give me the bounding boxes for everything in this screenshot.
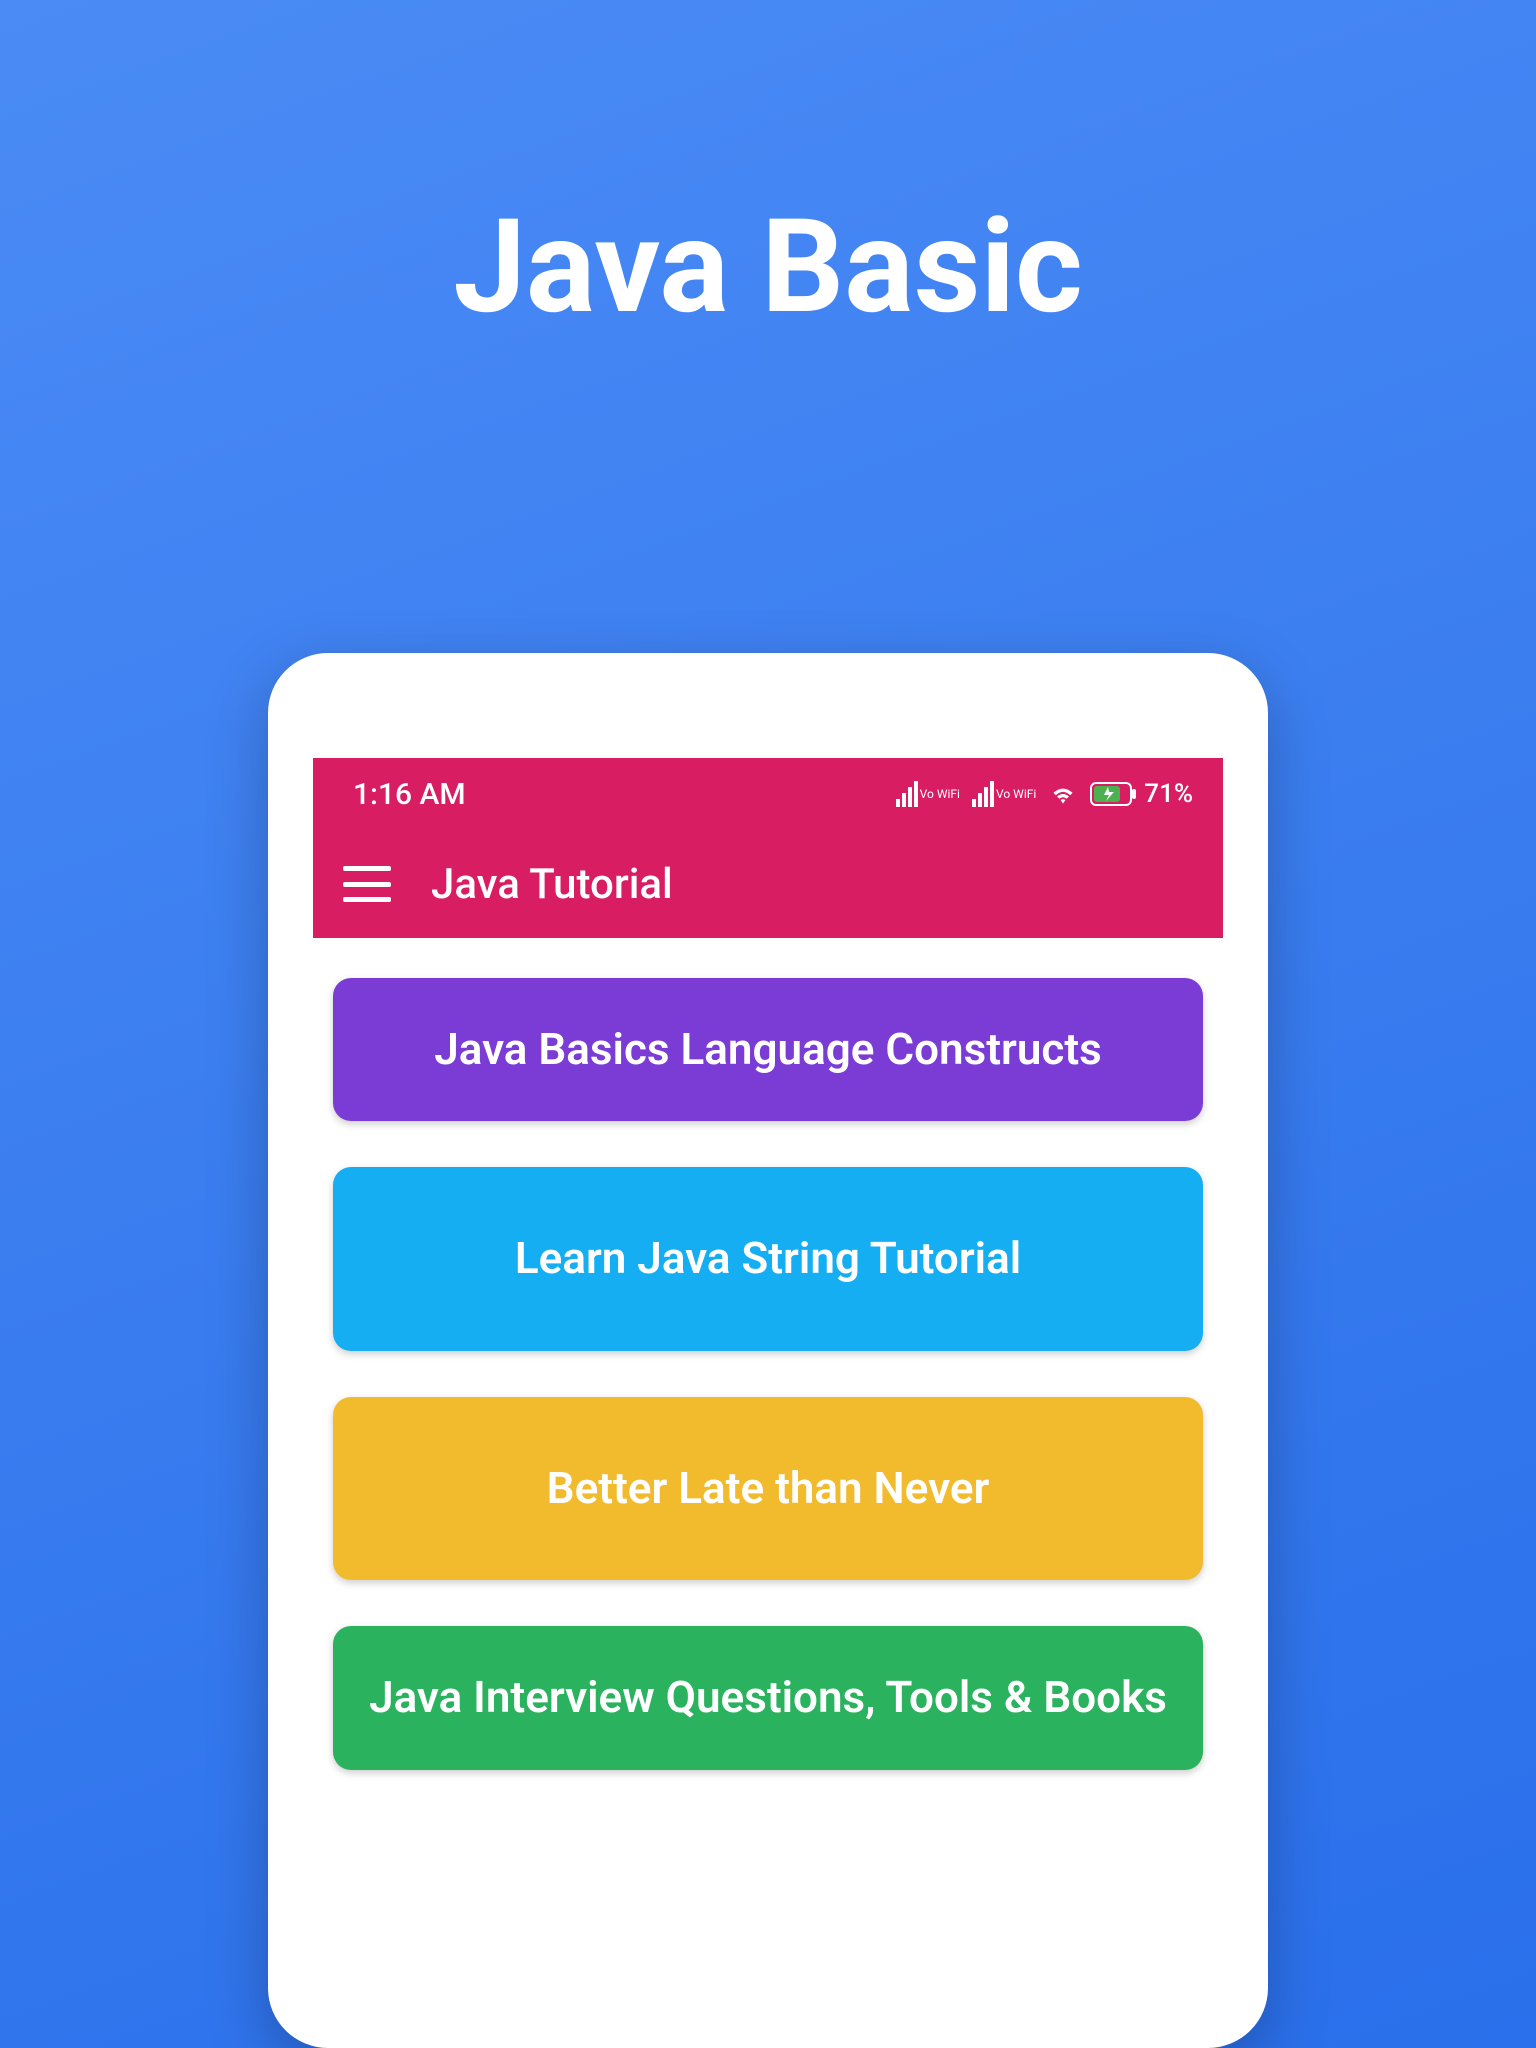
battery-icon: 71% xyxy=(1090,779,1193,809)
battery-percent: 71% xyxy=(1144,779,1193,809)
status-time: 1:16 AM xyxy=(353,777,466,812)
app-title: Java Tutorial xyxy=(431,860,673,909)
phone-frame: 1:16 AM Vo WiFi xyxy=(268,653,1268,2048)
page-title: Java Basic xyxy=(453,190,1082,343)
signal-1-label: Vo WiFi xyxy=(920,788,960,800)
menu-item-string-tutorial[interactable]: Learn Java String Tutorial xyxy=(333,1167,1203,1350)
status-bar: 1:16 AM Vo WiFi xyxy=(313,758,1223,830)
menu-list: Java Basics Language Constructs Learn Ja… xyxy=(313,938,1223,1770)
signal-2-icon: Vo WiFi xyxy=(972,781,1036,807)
menu-item-java-basics[interactable]: Java Basics Language Constructs xyxy=(333,978,1203,1121)
menu-item-interview-questions[interactable]: Java Interview Questions, Tools & Books xyxy=(333,1626,1203,1769)
app-bar: Java Tutorial xyxy=(313,830,1223,938)
signal-1-icon: Vo WiFi xyxy=(896,781,960,807)
wifi-icon xyxy=(1048,782,1078,806)
hamburger-menu-icon[interactable] xyxy=(343,866,391,902)
signal-2-label: Vo WiFi xyxy=(996,788,1036,800)
menu-item-better-late[interactable]: Better Late than Never xyxy=(333,1397,1203,1580)
status-icons: Vo WiFi Vo WiFi xyxy=(896,779,1193,809)
